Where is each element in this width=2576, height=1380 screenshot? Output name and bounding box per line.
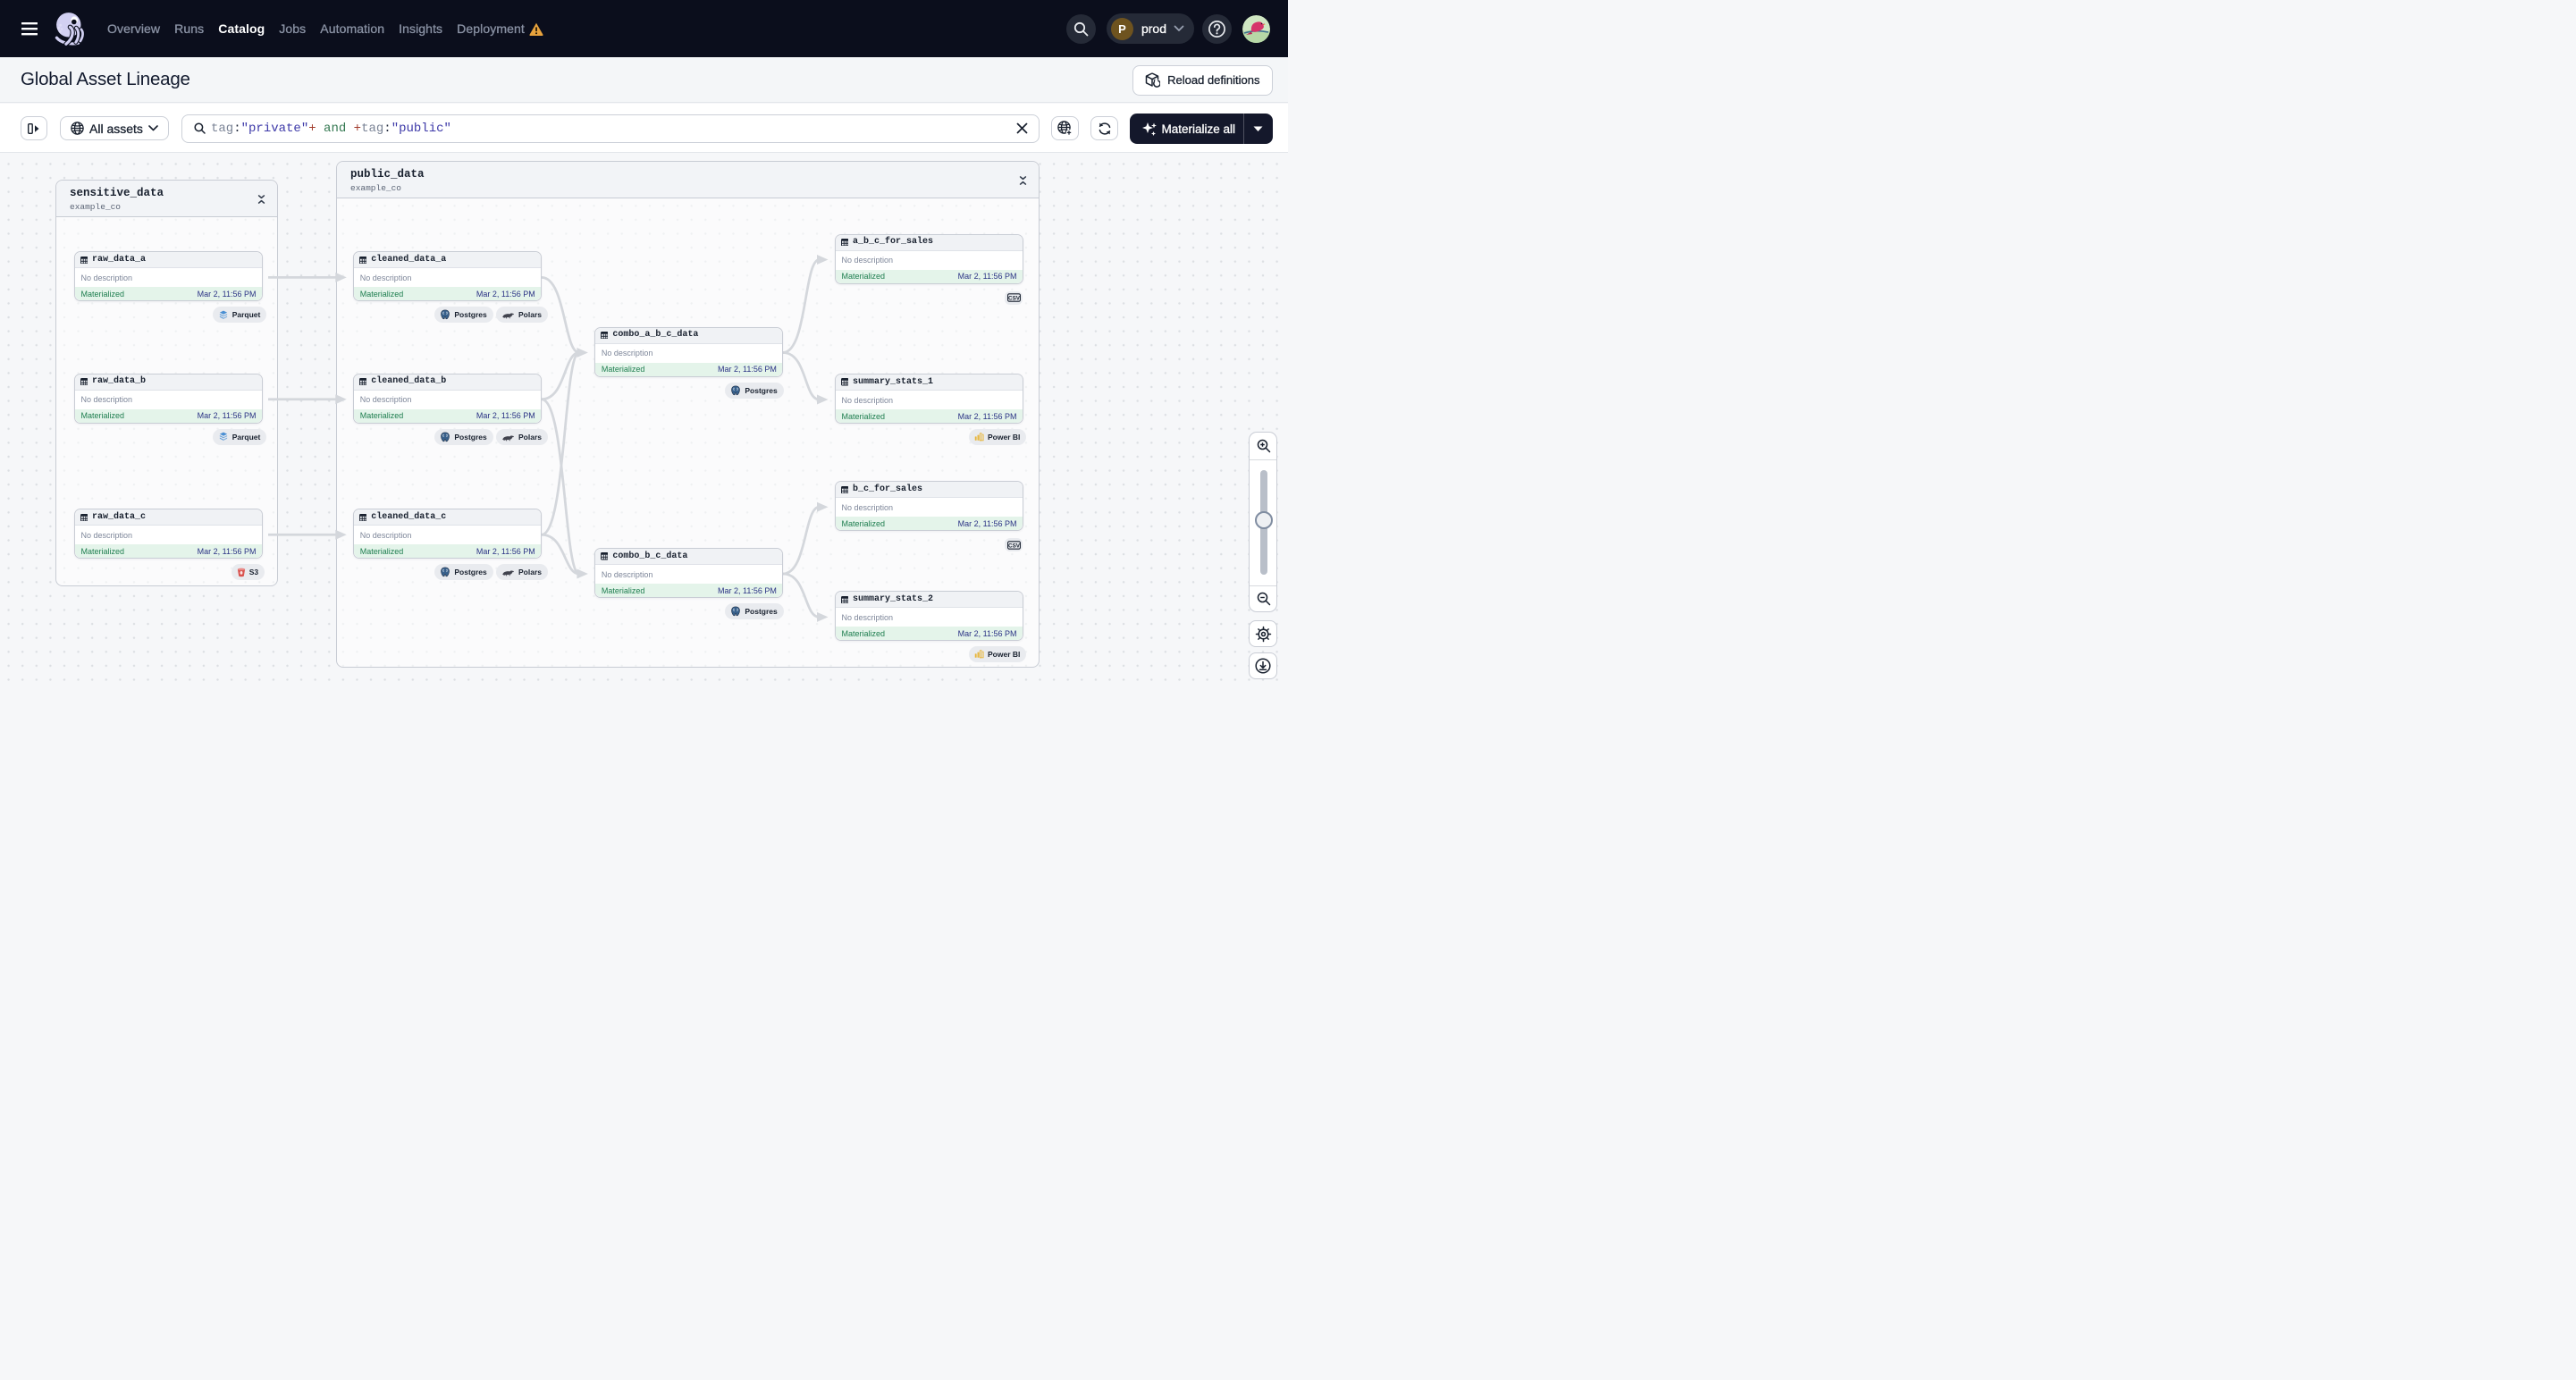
svg-text:CSV: CSV (1008, 295, 1021, 301)
svg-text:CSV: CSV (1008, 543, 1021, 549)
